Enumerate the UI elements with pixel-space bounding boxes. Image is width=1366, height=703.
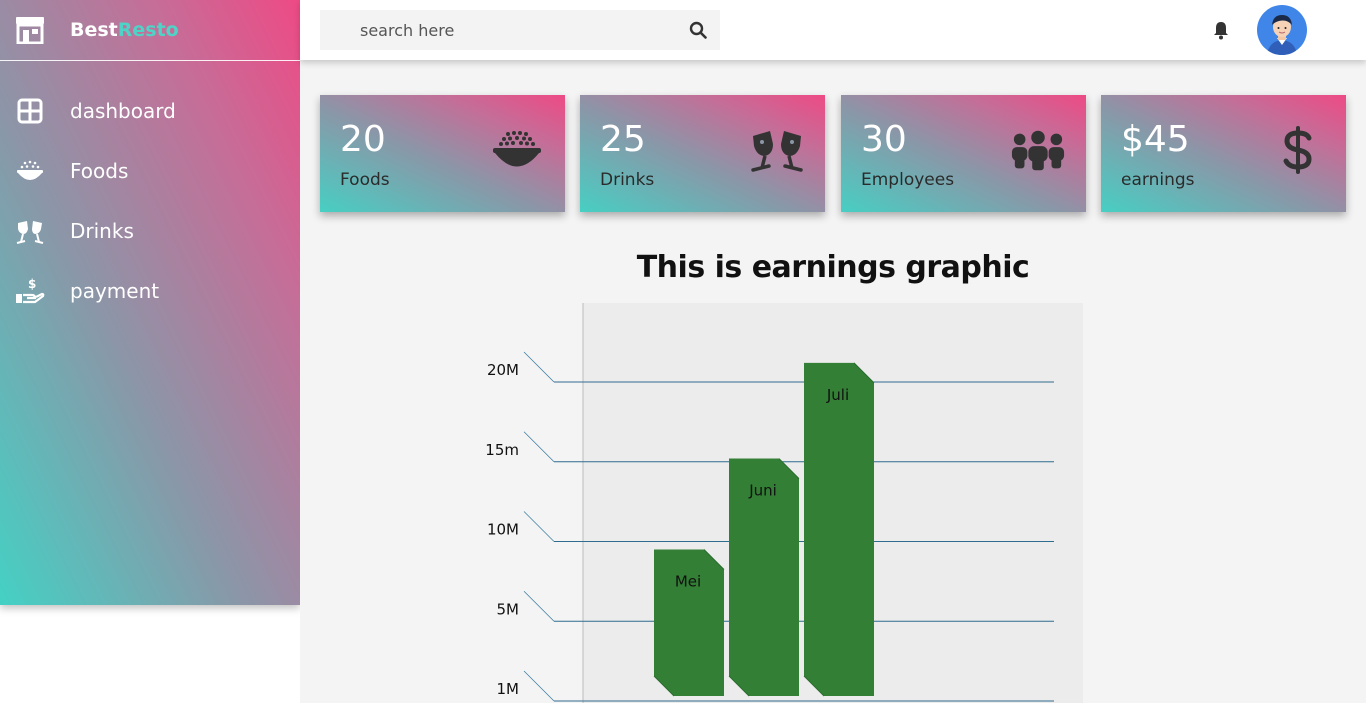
store-icon <box>15 16 45 45</box>
brand-name: BestResto <box>70 19 179 41</box>
main-content: 20 Foods 25 Drinks 30 Employees $45 earn… <box>300 60 1366 703</box>
bar-shape <box>804 362 874 696</box>
y-tick-label: 5M <box>497 600 520 618</box>
bar-shape <box>654 549 724 696</box>
search-icon[interactable] <box>676 10 720 50</box>
cheers-glasses-icon <box>15 216 45 246</box>
bar-juli: Juli <box>803 362 875 697</box>
sidebar-nav: dashboard Foods Drinks $ payment <box>0 81 300 321</box>
avatar[interactable] <box>1257 5 1307 55</box>
search-input[interactable] <box>320 10 676 50</box>
y-tick-label: 20M <box>487 361 519 379</box>
sidebar-item-foods[interactable]: Foods <box>0 141 300 201</box>
bar-label: Juli <box>826 386 849 404</box>
sidebar-item-drinks[interactable]: Drinks <box>0 201 300 261</box>
bar-label: Juni <box>748 482 777 500</box>
dashboard-grid-icon <box>15 96 45 126</box>
brand[interactable]: BestResto <box>0 0 300 61</box>
bar-mei: Mei <box>653 549 725 697</box>
food-bowl-icon <box>15 156 45 186</box>
brand-name-part2: Resto <box>117 19 179 41</box>
sidebar-item-payment[interactable]: $ payment <box>0 261 300 321</box>
sidebar-item-label: Drinks <box>70 219 134 243</box>
sidebar: BestResto dashboard Foods Drinks $ payme… <box>0 0 300 605</box>
chart-y-ticks: 1M 5M 10M 15m 20M <box>485 361 519 698</box>
earnings-chart: 1M 5M 10M 15m 20M Mei Juni Juli <box>485 303 1083 703</box>
gridline-diagonal <box>523 351 555 383</box>
bell-icon[interactable] <box>1212 20 1230 40</box>
y-tick-label: 15m <box>485 441 519 459</box>
gridline-diagonal <box>523 431 555 463</box>
hand-dollar-icon: $ <box>15 276 45 306</box>
topbar <box>300 0 1366 60</box>
gridline-diagonal <box>523 511 555 542</box>
search-bar <box>320 10 720 50</box>
brand-name-part1: Best <box>70 19 118 41</box>
y-tick-label: 1M <box>497 680 520 698</box>
sidebar-item-dashboard[interactable]: dashboard <box>0 81 300 141</box>
svg-text:$: $ <box>28 277 36 291</box>
sidebar-item-label: payment <box>70 279 160 303</box>
y-tick-label: 10M <box>487 521 519 539</box>
bar-label: Mei <box>675 572 701 590</box>
gridline-diagonal <box>523 590 555 622</box>
sidebar-item-label: Foods <box>70 159 129 183</box>
bar-juni: Juni <box>728 458 800 697</box>
sidebar-item-label: dashboard <box>70 99 176 123</box>
gridline-diagonal <box>523 670 555 702</box>
